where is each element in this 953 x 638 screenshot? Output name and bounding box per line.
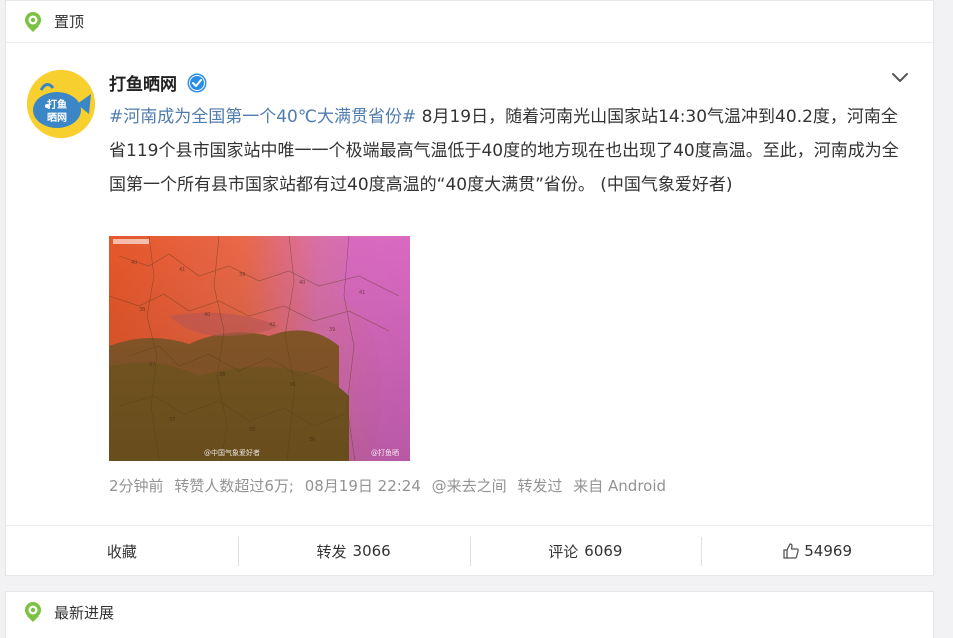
avatar[interactable]: 打鱼 晒网 (27, 70, 95, 138)
latest-progress-card: 最新进展 (5, 591, 934, 638)
post-image[interactable]: 40 41 39 40 41 38 40 42 39 37 38 36 37 35 36 @中国气象… (109, 236, 410, 461)
svg-text:36: 36 (289, 382, 295, 388)
hashtag-link[interactable]: #河南成为全国第一个40℃大满贯省份# (109, 107, 416, 127)
repost-count: 3066 (352, 542, 391, 560)
svg-text:39: 39 (239, 272, 245, 278)
repost-label: 转发 (316, 542, 347, 561)
avatar-text-line2: 晒网 (47, 112, 67, 124)
scrollbar-track[interactable] (936, 0, 953, 638)
svg-text:37: 37 (149, 362, 155, 368)
location-pin-icon (22, 11, 44, 33)
latest-title: 最新进展 (54, 603, 115, 622)
latest-header: 最新进展 (6, 592, 933, 632)
svg-text:39: 39 (329, 327, 335, 333)
thumbs-up-icon (782, 542, 800, 560)
avatar-text-line1: 打鱼 (47, 98, 67, 111)
svg-text:41: 41 (359, 290, 365, 296)
via-user[interactable]: @来去之间 (432, 477, 507, 495)
photo-watermark-left: @中国气象爱好者 (204, 448, 260, 457)
pinned-post-card: 置顶 打鱼 晒网 打鱼晒网 #河南成为全国第一个40℃大满贯省份# 8月19日，… (5, 0, 934, 576)
location-pin-icon (22, 601, 44, 623)
svg-text:37: 37 (169, 417, 175, 423)
svg-text:36: 36 (309, 437, 315, 443)
post-text: #河南成为全国第一个40℃大满贯省份# 8月19日，随着河南光山国家站14:30… (109, 100, 909, 202)
photo-watermark-right: @打鱼晒 (371, 448, 399, 457)
post-status: 转赞人数超过6万; (174, 477, 294, 495)
svg-text:38: 38 (139, 307, 145, 313)
svg-text:35: 35 (249, 427, 255, 433)
comment-button[interactable]: 评论 6069 (469, 526, 702, 576)
like-count: 54969 (804, 542, 852, 560)
repost-button[interactable]: 转发 3066 (237, 526, 470, 576)
svg-text:40: 40 (204, 312, 210, 318)
chevron-down-icon[interactable] (890, 70, 910, 86)
author-name-row: 打鱼晒网 (109, 70, 207, 95)
like-button[interactable]: 54969 (701, 526, 933, 576)
post-source: 来自 Android (573, 477, 667, 495)
svg-text:40: 40 (299, 280, 305, 286)
author-name[interactable]: 打鱼晒网 (109, 70, 177, 95)
comment-count: 6069 (584, 542, 623, 560)
post-datetime: 08月19日 22:24 (304, 477, 421, 495)
post-time[interactable]: 2分钟前 (109, 477, 164, 495)
reposted-label: 转发过 (517, 477, 563, 495)
favorite-button[interactable]: 收藏 (6, 526, 238, 576)
favorite-label: 收藏 (106, 542, 137, 561)
action-bar: 收藏 转发 3066 评论 6069 54969 (6, 525, 933, 576)
svg-text:42: 42 (269, 322, 275, 328)
svg-text:38: 38 (219, 372, 225, 378)
svg-text:41: 41 (179, 267, 185, 273)
svg-text:40: 40 (131, 260, 137, 266)
pinned-title: 置顶 (54, 13, 85, 31)
verified-badge-icon (187, 73, 207, 93)
pinned-header: 置顶 (6, 1, 933, 43)
comment-label: 评论 (548, 542, 579, 561)
post-meta: 2分钟前 转赞人数超过6万; 08月19日 22:24 @来去之间 转发过 来自… (109, 475, 666, 496)
